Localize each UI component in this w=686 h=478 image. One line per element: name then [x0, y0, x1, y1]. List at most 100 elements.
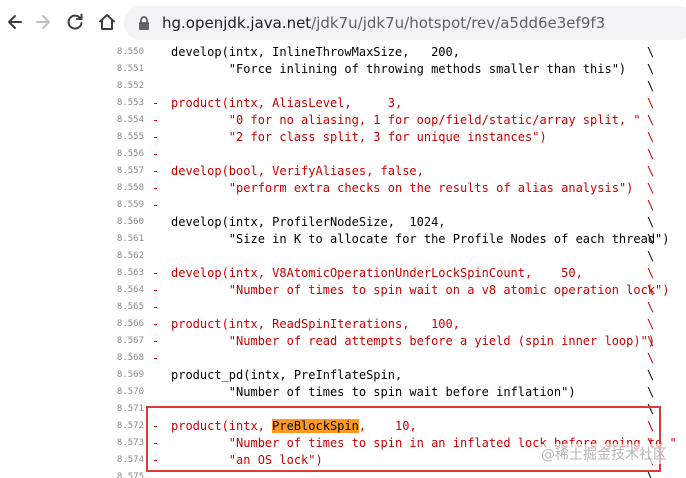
code-text: "2 for class split, 3 for unique instanc… [171, 130, 547, 144]
line-number[interactable]: 8.566 [108, 316, 144, 333]
line-continuation: \ [647, 96, 655, 110]
line-continuation: \ [647, 181, 655, 195]
code-line: 8.564- "Number of times to spin wait on … [0, 282, 686, 299]
url-host: hg.openjdk.java.net [162, 14, 312, 32]
code-line: 8.555- "2 for class split, 3 for unique … [0, 129, 686, 146]
home-icon [99, 14, 115, 30]
reload-icon [67, 13, 83, 30]
line-number[interactable]: 8.552 [108, 78, 144, 95]
line-number[interactable]: 8.554 [108, 112, 144, 129]
code-line: 8.562 \ [0, 248, 686, 265]
watermark: @稀土掘金技术社区 [541, 444, 667, 464]
diff-marker: - [152, 266, 160, 280]
line-continuation: \ [647, 62, 655, 76]
line-continuation: \ [647, 147, 655, 161]
line-continuation: \ [647, 334, 655, 348]
line-continuation: \ [647, 368, 655, 382]
code-line: 8.567- "Number of read attempts before a… [0, 333, 686, 350]
line-number[interactable]: 8.572 [108, 418, 144, 435]
code-line: 8.560 develop(intx, ProfilerNodeSize, 102… [0, 214, 686, 231]
line-number[interactable]: 8.551 [108, 61, 144, 78]
home-button[interactable] [92, 7, 122, 37]
code-line: 8.569 product_pd(intx, PreInflateSpin, \ [0, 367, 686, 384]
line-continuation: \ [647, 113, 655, 127]
code-text: "0 for no aliasing, 1 for oop/field/stat… [171, 113, 641, 127]
code-line: 8.550 develop(intx, InlineThrowMaxSize, 2… [0, 44, 686, 61]
code-line: 8.551 "Force inlining of throwing method… [0, 61, 686, 78]
code-text: "Force inlining of throwing methods smal… [171, 62, 627, 76]
back-arrow-icon [8, 15, 22, 29]
code-line: 8.552 \ [0, 78, 686, 95]
line-continuation: \ [647, 164, 655, 178]
code-text: "Number of read attempts before a yield … [171, 334, 656, 348]
diff-marker: - [152, 164, 160, 178]
diff-marker: - [152, 147, 160, 161]
line-number[interactable]: 8.574 [108, 452, 144, 469]
line-number[interactable]: 8.569 [108, 367, 144, 384]
line-number[interactable]: 8.575 [108, 469, 144, 478]
diff-marker: - [152, 283, 160, 297]
diff-marker: - [152, 334, 160, 348]
back-button[interactable] [0, 7, 30, 37]
line-continuation: \ [647, 385, 655, 399]
url-text[interactable]: hg.openjdk.java.net/jdk7u/jdk7u/hotspot/… [162, 13, 605, 33]
line-number[interactable]: 8.558 [108, 180, 144, 197]
code-text: product_pd(intx, PreInflateSpin, [171, 368, 403, 382]
line-continuation: \ [647, 45, 655, 59]
line-number[interactable]: 8.556 [108, 146, 144, 163]
reload-button[interactable] [60, 7, 90, 37]
code-text: develop(intx, InlineThrowMaxSize, 200, [171, 45, 460, 59]
diff-marker: - [152, 300, 160, 314]
line-continuation: \ [647, 266, 655, 280]
line-number[interactable]: 8.553 [108, 95, 144, 112]
code-line: 8.559- \ [0, 197, 686, 214]
diff-marker: - [152, 130, 160, 144]
line-continuation: \ [647, 351, 655, 365]
line-continuation: \ [647, 130, 655, 144]
code-text: develop(intx, ProfilerNodeSize, 1024, [171, 215, 446, 229]
line-number[interactable]: 8.550 [108, 44, 144, 61]
code-text: develop(intx, V8AtomicOperationUnderLock… [171, 266, 583, 280]
line-number[interactable]: 8.568 [108, 350, 144, 367]
line-number[interactable]: 8.565 [108, 299, 144, 316]
line-continuation: \ [647, 300, 655, 314]
diff-marker: - [152, 96, 160, 110]
line-continuation: \ [647, 232, 655, 246]
code-text: develop(bool, VerifyAliases, false, [171, 164, 424, 178]
line-number[interactable]: 8.557 [108, 163, 144, 180]
line-number[interactable]: 8.571 [108, 401, 144, 418]
line-continuation: \ [647, 317, 655, 331]
address-bar[interactable]: hg.openjdk.java.net/jdk7u/jdk7u/hotspot/… [124, 6, 686, 40]
code-line: 8.566- product(intx, ReadSpinIterations, … [0, 316, 686, 333]
line-continuation: \ [647, 249, 655, 263]
code-line: 8.563- develop(intx, V8AtomicOperationUnd… [0, 265, 686, 282]
diff-marker: - [152, 113, 160, 127]
url-path: /jdk7u/jdk7u/hotspot/rev/a5dd6e3ef9f3 [311, 14, 606, 32]
line-number[interactable]: 8.555 [108, 129, 144, 146]
browser-toolbar: hg.openjdk.java.net/jdk7u/jdk7u/hotspot/… [0, 0, 686, 46]
code-text: product(intx, AliasLevel, 3, [171, 96, 403, 110]
line-number[interactable]: 8.563 [108, 265, 144, 282]
line-number[interactable]: 8.573 [108, 435, 144, 452]
diff-marker: - [152, 317, 160, 331]
line-number[interactable]: 8.559 [108, 197, 144, 214]
code-line: 8.565- \ [0, 299, 686, 316]
line-number[interactable]: 8.560 [108, 214, 144, 231]
code-line: 8.553- product(intx, AliasLevel, 3, \ [0, 95, 686, 112]
code-line: 8.561 "Size in K to allocate for the Pro… [0, 231, 686, 248]
line-continuation: \ [647, 79, 655, 93]
line-continuation: \ [647, 283, 655, 297]
line-number[interactable]: 8.564 [108, 282, 144, 299]
line-number[interactable]: 8.561 [108, 231, 144, 248]
forward-button[interactable] [28, 7, 58, 37]
line-number[interactable]: 8.570 [108, 384, 144, 401]
line-number[interactable]: 8.567 [108, 333, 144, 350]
code-text: "Number of times to spin wait before inf… [171, 385, 576, 399]
code-line: 8.570 "Number of times to spin wait befo… [0, 384, 686, 401]
code-text: product(intx, ReadSpinIterations, 100, [171, 317, 460, 331]
lock-icon[interactable] [136, 15, 152, 31]
line-number[interactable]: 8.562 [108, 248, 144, 265]
code-text: "perform extra checks on the results of … [171, 181, 634, 195]
diff-marker: - [152, 181, 160, 195]
code-line: 8.556- \ [0, 146, 686, 163]
